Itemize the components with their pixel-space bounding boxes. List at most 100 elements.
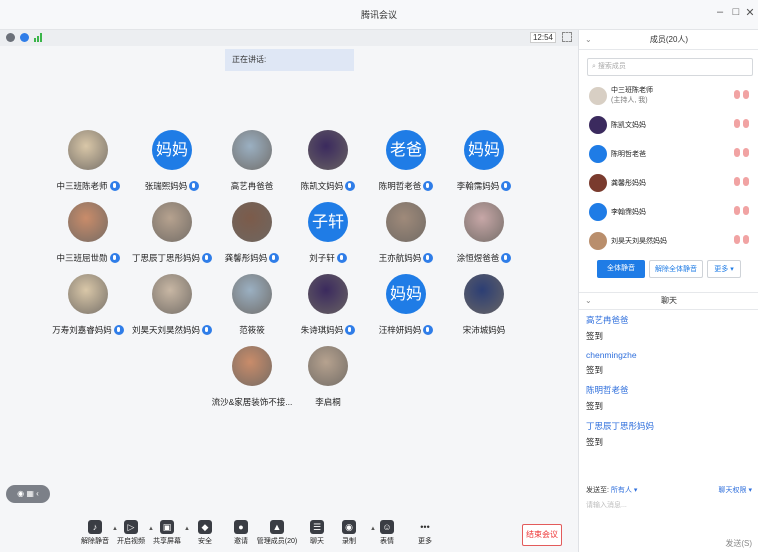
participant-tile[interactable]: 妈妈 李翰霈妈妈 (444, 130, 524, 200)
avatar (308, 346, 348, 386)
participant-tile[interactable]: 李启桐 (288, 346, 368, 416)
toolbar-share-screen-button[interactable]: ▣ 共享屏幕 (146, 520, 188, 546)
chat-message: 陈明哲老爸 签到 (586, 384, 752, 412)
participant-tile[interactable]: 万寿刘嘉睿妈妈 (48, 274, 128, 344)
video-off-icon[interactable] (743, 119, 749, 128)
chat-input[interactable]: 请输入消息... (586, 500, 752, 540)
participant-tile[interactable]: 龚馨彤妈妈 (212, 202, 292, 272)
end-meeting-button[interactable]: 结束会议 (522, 524, 562, 546)
chat-sender[interactable]: 高艺冉爸爸 (586, 314, 752, 326)
member-status-icons (731, 206, 753, 216)
avatar: 妈妈 (152, 130, 192, 170)
toolbar-members-button[interactable]: ▲ 管理成员(20) (256, 520, 298, 546)
member-name-text: 陈明哲老爸 (611, 151, 646, 158)
chat-message: 丁思辰丁思彤妈妈 签到 (586, 420, 752, 448)
participant-tile[interactable]: 刘昊天刘昊然妈妈 (132, 274, 212, 344)
chat-permission-menu[interactable]: 聊天权限 ▾ (719, 485, 752, 495)
toolbar-label: 管理成员(20) (256, 538, 298, 545)
member-row[interactable]: 刘昊天刘昊然妈妈 (579, 227, 758, 255)
participant-tile[interactable]: 涂恒煜爸爸 (444, 202, 524, 272)
participant-tile[interactable]: 妈妈张瑞熙妈妈 (132, 130, 212, 200)
toolbar-more-button[interactable]: ••• 更多 (404, 520, 446, 546)
chevron-up-icon[interactable]: ▲ (112, 526, 118, 532)
member-row[interactable]: 中三班陈老师 (主持人, 我) (579, 82, 758, 110)
mic-muted-icon[interactable] (734, 206, 740, 215)
participant-tile[interactable]: 流沙&家居装饰不接... (212, 346, 292, 416)
floating-toolbar-toggle[interactable]: ◉ ▦ ‹ (6, 485, 50, 503)
mic-muted-icon[interactable] (734, 90, 740, 99)
chevron-up-icon[interactable]: ▲ (184, 526, 190, 532)
participant-name-text: 汪梓妍妈妈 (378, 325, 422, 335)
mic-icon (336, 253, 347, 263)
participant-name-text: 流沙&家居装饰不接... (211, 397, 293, 407)
member-row[interactable]: 陈凯文妈妈 (579, 111, 758, 139)
mic-icon (189, 181, 200, 191)
avatar (308, 274, 348, 314)
mic-icon (423, 181, 434, 191)
video-off-icon[interactable] (743, 148, 749, 157)
member-row[interactable]: 李翰霈妈妈 (579, 198, 758, 226)
participant-name-text: 中三班屈世勋 (56, 253, 108, 263)
chat-message: 高艺冉爸爸 签到 (586, 314, 752, 342)
member-search-input[interactable]: ⌕ 搜索成员 (587, 58, 753, 76)
more-members-button[interactable]: 更多 ▾ (707, 260, 741, 278)
participant-name-text: 李启桐 (315, 397, 341, 407)
member-status-icons (731, 177, 753, 187)
video-off-icon: ▷ (124, 520, 138, 534)
chevron-up-icon[interactable]: ▲ (370, 526, 376, 532)
participant-tile[interactable]: 朱诗琪妈妈 (288, 274, 368, 344)
participant-tile[interactable]: 高艺冉爸爸 (212, 130, 292, 200)
participant-tile[interactable]: 陈凯文妈妈 (288, 130, 368, 200)
participant-name-text: 李翰霈妈妈 (456, 181, 500, 191)
avatar (589, 232, 607, 250)
member-status-icons (731, 148, 753, 158)
toolbar-label: 更多 (418, 538, 432, 545)
participant-name-text: 陈明哲老爸 (378, 181, 422, 191)
send-button[interactable]: 发送(S) (725, 538, 752, 549)
video-off-icon[interactable] (743, 235, 749, 244)
participant-name: 李启桐 (282, 396, 374, 408)
member-row[interactable]: 陈明哲老爸 (579, 140, 758, 168)
chat-sender[interactable]: chenmingzhe (586, 350, 752, 360)
participant-name: 刘昊天刘昊然妈妈 (126, 324, 218, 336)
mic-muted-icon[interactable] (734, 177, 740, 186)
chat-icon: ☰ (310, 520, 324, 534)
close-button[interactable]: ✕ (742, 6, 758, 19)
minimize-button[interactable]: – (712, 6, 728, 18)
video-off-icon[interactable] (743, 177, 749, 186)
member-row[interactable]: 龚馨彤妈妈 (579, 169, 758, 197)
participant-name: 万寿刘嘉睿妈妈 (42, 324, 134, 336)
participant-tile[interactable]: 妈妈 汪梓妍妈妈 (366, 274, 446, 344)
avatar (308, 130, 348, 170)
chevron-down-icon[interactable]: ⌄ (585, 30, 592, 50)
participant-tile[interactable]: 范筱筱 (212, 274, 292, 344)
participant-name-text: 龚馨彤妈妈 (224, 253, 268, 263)
chevron-up-icon[interactable]: ▲ (148, 526, 154, 532)
toolbar-record-button[interactable]: ◉ 录制 (328, 520, 370, 546)
unmute-all-button[interactable]: 解除全体静音 (649, 260, 703, 278)
mute-all-button[interactable]: 全体静音 (597, 260, 645, 278)
participant-tile[interactable]: 中三班屈世勋 (48, 202, 128, 272)
mic-muted-icon[interactable] (734, 148, 740, 157)
mic-muted-icon[interactable] (734, 119, 740, 128)
participant-tile[interactable]: 子轩 刘子轩 (288, 202, 368, 272)
member-status-icons (731, 90, 753, 100)
participant-tile[interactable]: 老爸 陈明哲老爸 (366, 130, 446, 200)
send-to-select[interactable]: 所有人 ▾ (611, 487, 637, 494)
participant-tile[interactable]: 中三班陈老师 (48, 130, 128, 200)
participant-tile[interactable]: 宋沛城妈妈 (444, 274, 524, 344)
video-off-icon[interactable] (743, 206, 749, 215)
toolbar-emoji-button[interactable]: ☺ 表情 (366, 520, 408, 546)
participant-tile[interactable]: 王亦航妈妈 (366, 202, 446, 272)
mic-muted-icon[interactable] (734, 235, 740, 244)
toolbar-label: 表情 (380, 538, 394, 545)
participant-name: 中三班陈老师 (42, 180, 134, 192)
chat-sender[interactable]: 丁思辰丁思彤妈妈 (586, 420, 752, 432)
participant-tile[interactable]: 丁思辰丁思彤妈妈 (132, 202, 212, 272)
chevron-down-icon[interactable]: ⌄ (585, 293, 592, 309)
mic-icon (109, 253, 120, 263)
participant-name-text: 张瑞熙妈妈 (144, 181, 188, 191)
mic-icon (109, 181, 120, 191)
video-off-icon[interactable] (743, 90, 749, 99)
chat-sender[interactable]: 陈明哲老爸 (586, 384, 752, 396)
